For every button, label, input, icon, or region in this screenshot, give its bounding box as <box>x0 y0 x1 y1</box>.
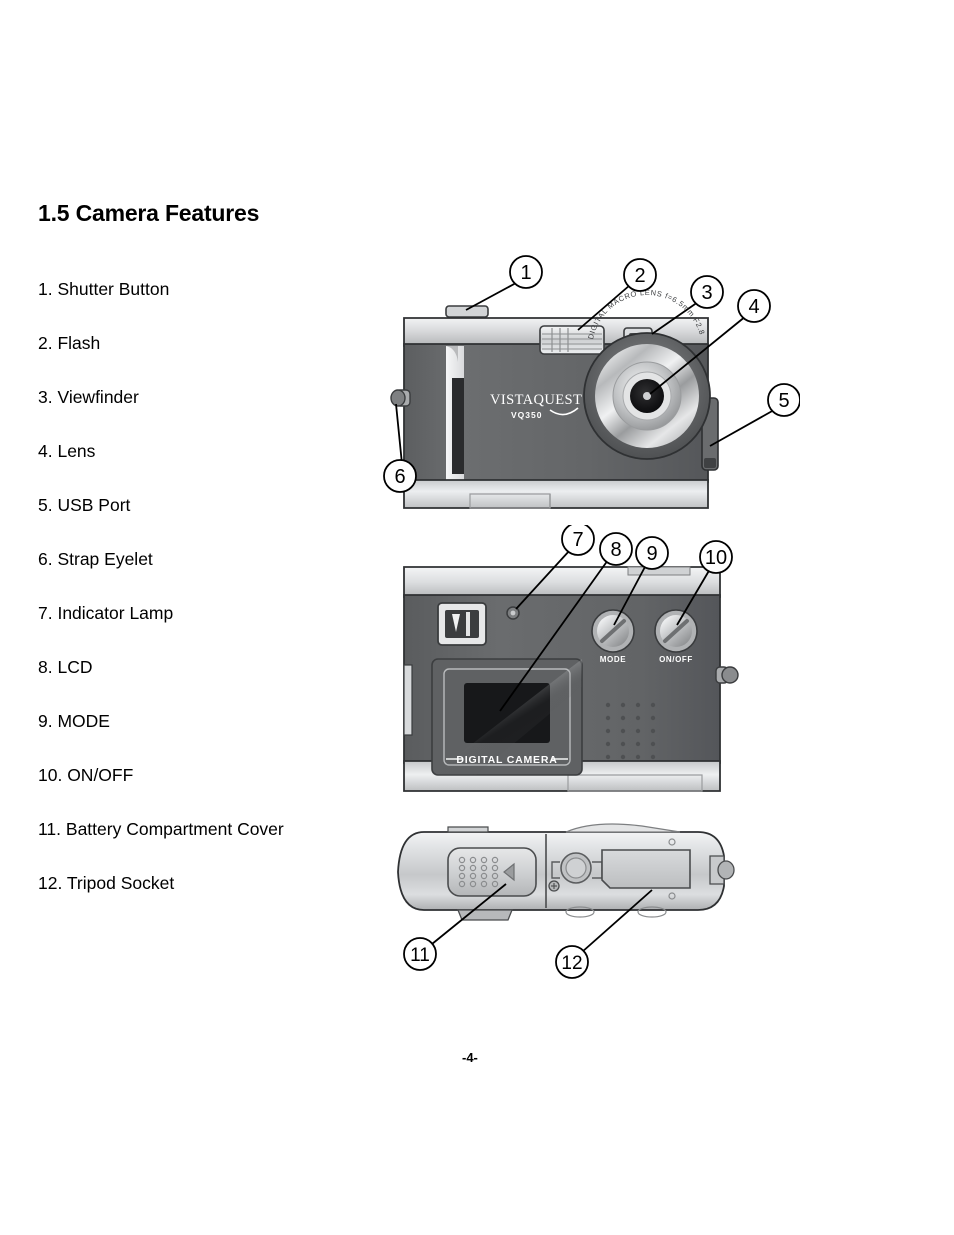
callout-4-label: 4 <box>748 296 759 318</box>
callout-10-label: 10 <box>705 547 727 569</box>
list-item: 11. Battery Compartment Cover <box>38 819 284 839</box>
list-item: 8. LCD <box>38 657 93 677</box>
callout-3-label: 3 <box>701 282 712 304</box>
power-dial[interactable]: ON/OFF <box>654 609 698 664</box>
lcd-caption: DIGITAL CAMERA <box>456 754 557 766</box>
callout-2-label: 2 <box>634 265 645 287</box>
list-item: 5. USB Port <box>38 495 131 515</box>
callout-7-label: 7 <box>572 529 583 551</box>
list-item: 7. Indicator Lamp <box>38 603 174 623</box>
list-item: 9. MODE <box>38 711 110 731</box>
callout-9-label: 9 <box>646 543 657 565</box>
list-item: 12. Tripod Socket <box>38 873 175 893</box>
mode-dial-label: MODE <box>600 655 626 664</box>
callout-12-label: 12 <box>561 953 582 974</box>
camera-bottom-view-figure: 11 12 <box>380 810 800 1010</box>
list-item: 2. Flash <box>38 333 101 353</box>
brand-name: VISTAQUEST <box>490 392 582 408</box>
list-item: 1. Shutter Button <box>38 279 170 299</box>
strap-eyelet <box>390 389 411 407</box>
page-number: -4- <box>462 1050 478 1065</box>
viewfinder-eyepiece <box>437 602 487 646</box>
page-title: 1.5 Camera Features <box>38 200 260 226</box>
battery-compartment-cover[interactable] <box>447 847 537 897</box>
camera-front-view-figure: DIGITAL MACRO LENS f=6.5mm F2.8 VISTAQUE… <box>380 250 800 530</box>
list-item: 10. ON/OFF <box>38 765 134 785</box>
camera-bottom-plate <box>403 479 709 509</box>
callout-5-label: 5 <box>778 390 789 412</box>
callout-6-label: 6 <box>394 466 405 488</box>
power-dial-label: ON/OFF <box>659 655 693 664</box>
list-item: 4. Lens <box>38 441 96 461</box>
list-item: 6. Strap Eyelet <box>38 549 153 569</box>
camera-back-view-figure: DIGITAL CAMERA MODE ON/OFF 7 8 9 10 <box>380 525 800 815</box>
callout-11-label: 11 <box>410 945 430 966</box>
callout-1-label: 1 <box>520 262 531 284</box>
callout-8-label: 8 <box>610 539 621 561</box>
strap-eyelet-back <box>715 666 739 684</box>
list-item: 3. Viewfinder <box>38 387 139 407</box>
lens-assembly: DIGITAL MACRO LENS f=6.5mm F2.8 <box>583 288 711 460</box>
model-name: VQ350 <box>511 410 542 420</box>
lcd-panel: DIGITAL CAMERA <box>431 658 583 776</box>
shutter-button[interactable] <box>445 305 489 318</box>
grip-highlight <box>446 346 464 480</box>
camera-features-list: 1. Shutter Button 2. Flash 3. Viewfinder… <box>38 279 378 929</box>
